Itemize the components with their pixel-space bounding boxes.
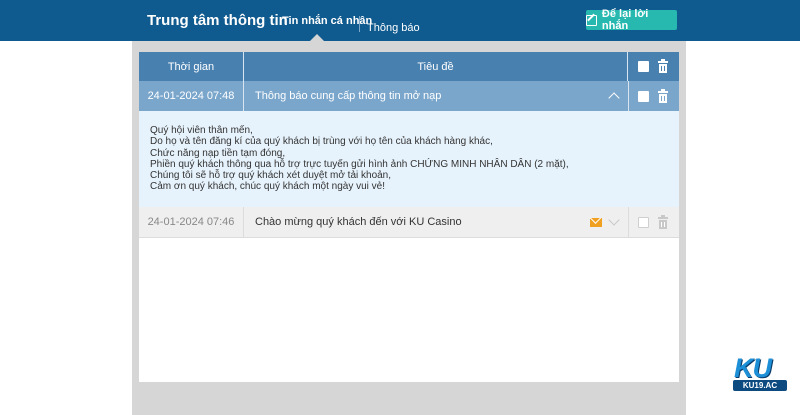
column-header-actions	[628, 52, 679, 81]
delete-icon[interactable]	[658, 89, 668, 103]
chevron-up-icon[interactable]	[608, 92, 620, 104]
message-table: Thời gian Tiêu đề 24-01-2024 07:48 Thông…	[139, 52, 679, 382]
column-header-subject: Tiêu đề	[244, 52, 628, 81]
message-line: Chúng tôi sẽ hỗ trợ quý khách xét duyệt …	[150, 170, 392, 182]
page-title: Trung tâm thông tin	[147, 12, 288, 29]
column-header-time: Thời gian	[139, 52, 244, 81]
message-body: Quý hội viên thân mến, Do họ và tên đăng…	[139, 111, 679, 207]
message-line: Do họ và tên đăng kí của quý khách bị tr…	[150, 136, 493, 148]
active-tab-indicator	[310, 34, 324, 41]
leave-message-label: Để lại lời nhắn	[601, 8, 649, 32]
tab-divider	[359, 16, 360, 32]
leave-message-button[interactable]: Để lại lời nhắn	[586, 8, 677, 32]
message-subject[interactable]: Thông báo cung cấp thông tin mở nạp	[255, 81, 441, 111]
ku-logo: KU KU19.AC	[731, 353, 788, 393]
row-checkbox[interactable]	[638, 91, 649, 102]
table-row[interactable]: 24-01-2024 07:48 Thông báo cung cấp thôn…	[139, 81, 679, 111]
message-line: Cảm ơn quý khách, chúc quý khách một ngà…	[150, 181, 386, 193]
message-date: 24-01-2024 07:46	[139, 207, 244, 237]
tab-notifications[interactable]: Thông báo	[367, 22, 420, 34]
message-line: Chức năng nạp tiền tạm đóng,	[150, 147, 286, 159]
row-checkbox[interactable]	[638, 217, 649, 228]
logo-domain: KU19.AC	[733, 380, 787, 391]
edit-icon	[586, 14, 597, 26]
delete-all-icon[interactable]	[658, 59, 668, 73]
chevron-down-icon[interactable]	[608, 214, 620, 226]
message-subject[interactable]: Chào mừng quý khách đến với KU Casino	[255, 207, 462, 237]
top-bar: Trung tâm thông tin Tin nhắn cá nhân Thô…	[0, 0, 800, 41]
table-row[interactable]: 24-01-2024 07:46 Chào mừng quý khách đến…	[139, 207, 679, 238]
table-header: Thời gian Tiêu đề	[139, 52, 679, 81]
message-line: Quý hội viên thân mến,	[150, 125, 253, 136]
message-date: 24-01-2024 07:48	[139, 81, 244, 111]
mail-icon	[590, 218, 602, 227]
select-all-checkbox[interactable]	[638, 61, 649, 72]
delete-icon[interactable]	[658, 215, 668, 229]
message-line: Phiền quý khách thông qua hỗ trợ trực tu…	[150, 158, 569, 170]
